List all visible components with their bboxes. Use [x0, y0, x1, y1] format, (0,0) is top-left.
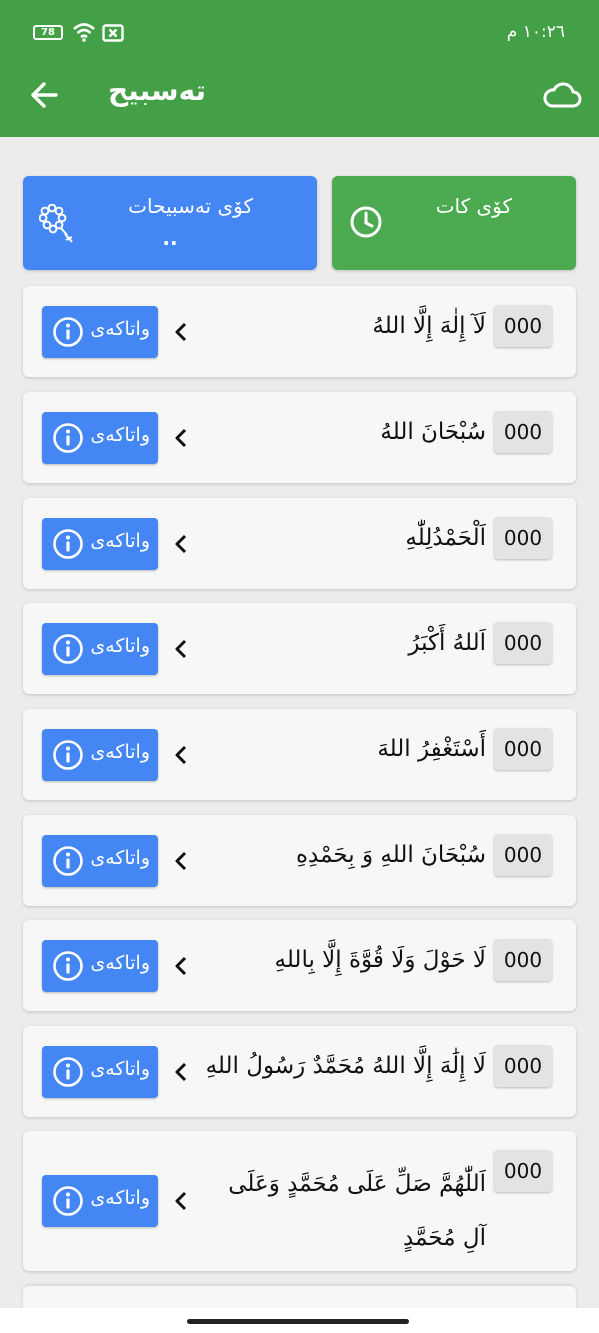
zikr-text: سُبْحَانَ اللهُ [380, 419, 486, 445]
meaning-label: واتاکەی [90, 740, 150, 763]
zikr-row[interactable]: 000 لَا إِلَٰهَ إِلَّا اللهُ مُحَمَّدٌ رَ… [23, 1026, 576, 1117]
zikr-row[interactable]: 000 اَللّٰهُمَّ صَلِّ عَلَى مُحَمَّدٍ وَع… [23, 1131, 576, 1271]
info-icon [52, 739, 84, 775]
chevron-left-icon [171, 743, 191, 767]
zikr-text: لَا حَوْلَ وَلَا قُوَّةَ إِلَّا بِاللهِ [274, 947, 486, 973]
zikr-row[interactable]: 000 اَللهُ أَكْبَرُ واتاکەی [23, 603, 576, 694]
meaning-label: واتاکەی [90, 634, 150, 657]
app-header: 78 ١٠:٢٦ م تەسبیح [0, 0, 599, 137]
zikr-row[interactable]: 000 سُبْحَانَ اللهُ واتاکەی [23, 392, 576, 483]
chevron-left-icon [171, 849, 191, 873]
chevron-left-icon [171, 532, 191, 556]
zikr-text: اَلْحَمْدُلِلّٰهِ [405, 525, 486, 551]
meaning-button[interactable]: واتاکەی [42, 517, 158, 570]
zikr-row[interactable]: 000 اَلْحَمْدُلِلّٰهِ واتاکەی [23, 498, 576, 589]
info-icon [52, 422, 84, 458]
meaning-label: واتاکەی [90, 846, 150, 869]
chevron-left-icon [171, 1060, 191, 1084]
back-button[interactable] [24, 76, 64, 114]
zikr-counter[interactable]: 000 [494, 1045, 552, 1087]
total-time-label: كۆی كات [435, 194, 512, 218]
meaning-button[interactable]: واتاکەی [42, 1045, 158, 1098]
home-indicator[interactable] [187, 1319, 409, 1324]
navigation-bar [0, 1308, 599, 1333]
meaning-button[interactable]: واتاکەی [42, 939, 158, 992]
wifi-icon [72, 22, 96, 46]
zikr-row[interactable]: 000 سُبْحَانَ اللهِ وَ بِحَمْدِهِ واتاکەی [23, 815, 576, 906]
zikr-counter[interactable]: 000 [494, 834, 552, 876]
info-icon [52, 316, 84, 352]
clock-icon [348, 204, 384, 244]
meaning-button[interactable]: واتاکەی [42, 834, 158, 887]
no-sim-icon [102, 24, 124, 46]
meaning-button[interactable]: واتاکەی [42, 411, 158, 464]
zikr-text: لَا إِلَٰهَ إِلَّا اللهُ مُحَمَّدٌ رَسُو… [205, 1053, 486, 1079]
zikr-counter[interactable]: 000 [494, 517, 552, 559]
zikr-counter[interactable]: 000 [494, 728, 552, 770]
zikr-row[interactable]: 000 لَآ إِلٰهَ إِلَّا اللهُ واتاکەی [23, 286, 576, 377]
tasbih-collection-label: كۆی تەسبیحات [128, 194, 253, 218]
meaning-label: واتاکەی [90, 423, 150, 446]
zikr-text: سُبْحَانَ اللهِ وَ بِحَمْدِهِ [295, 842, 486, 868]
meaning-label: واتاکەی [90, 1187, 150, 1209]
meaning-label: واتاکەی [90, 1057, 150, 1080]
battery-level: 78 [41, 27, 55, 38]
tasbih-collection-value: .. [162, 226, 178, 250]
chevron-left-icon [171, 426, 191, 450]
meaning-label: واتاکەی [90, 317, 150, 340]
zikr-row[interactable]: 000 لَا حَوْلَ وَلَا قُوَّةَ إِلَّا بِالل… [23, 920, 576, 1011]
zikr-text: أَسْتَغْفِرُ اللهَ [377, 736, 486, 762]
info-icon [52, 1185, 84, 1221]
info-icon [52, 528, 84, 564]
meaning-label: واتاکەی [90, 529, 150, 552]
tasbih-collection-card[interactable]: كۆی تەسبیحات .. [23, 176, 317, 270]
cloud-icon [543, 82, 582, 108]
cloud-sync-button[interactable] [541, 76, 583, 114]
zikr-row[interactable]: 000 أَسْتَغْفِرُ اللهَ واتاکەی [23, 709, 576, 800]
info-icon [52, 950, 84, 986]
zikr-counter[interactable]: 000 [494, 411, 552, 453]
arrow-left-icon [31, 82, 58, 108]
meaning-label: واتاکەی [90, 951, 150, 974]
chevron-left-icon [171, 1189, 191, 1213]
zikr-text: اَللهُ أَكْبَرُ [408, 630, 486, 656]
meaning-button[interactable]: واتاکەی [42, 622, 158, 675]
status-time: ١٠:٢٦ م [506, 22, 565, 42]
info-icon [52, 633, 84, 669]
meaning-button[interactable]: واتاکەی [42, 305, 158, 358]
total-time-card[interactable]: كۆی كات [332, 176, 576, 270]
zikr-counter[interactable]: 000 [494, 305, 552, 347]
zikr-text: لَآ إِلٰهَ إِلَّا اللهُ [372, 313, 486, 339]
zikr-counter[interactable]: 000 [494, 622, 552, 664]
battery-icon: 78 [33, 25, 63, 40]
status-bar: 78 ١٠:٢٦ م [0, 18, 599, 50]
chevron-left-icon [171, 954, 191, 978]
info-icon [52, 845, 84, 881]
chevron-left-icon [171, 320, 191, 344]
zikr-counter[interactable]: 000 [494, 1150, 552, 1192]
zikr-text: اَللّٰهُمَّ صَلِّ عَلَى مُحَمَّدٍ وَعَلَ… [228, 1171, 486, 1251]
meaning-button[interactable]: واتاکەی [42, 1175, 158, 1227]
page-title: تەسبیح [108, 74, 207, 107]
meaning-button[interactable]: واتاکەی [42, 728, 158, 781]
zikr-counter[interactable]: 000 [494, 939, 552, 981]
info-icon [52, 1056, 84, 1092]
chevron-left-icon [171, 637, 191, 661]
